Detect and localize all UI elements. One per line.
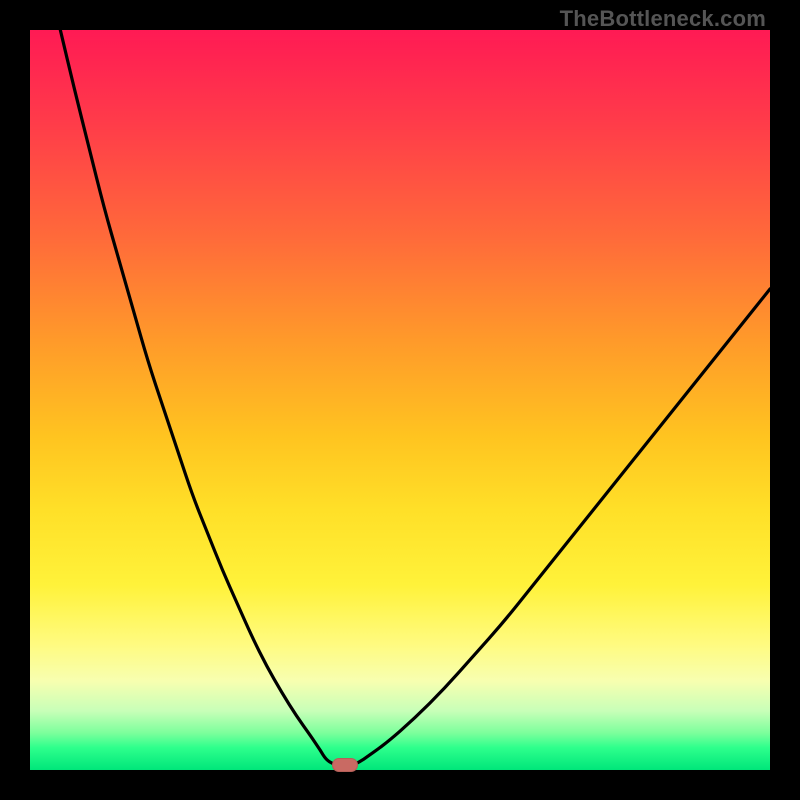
bottleneck-curve [30,30,770,770]
chart-frame: TheBottleneck.com [0,0,800,800]
attribution-label: TheBottleneck.com [560,6,766,32]
curve-path [60,30,770,766]
valley-marker [332,758,358,772]
plot-area [30,30,770,770]
